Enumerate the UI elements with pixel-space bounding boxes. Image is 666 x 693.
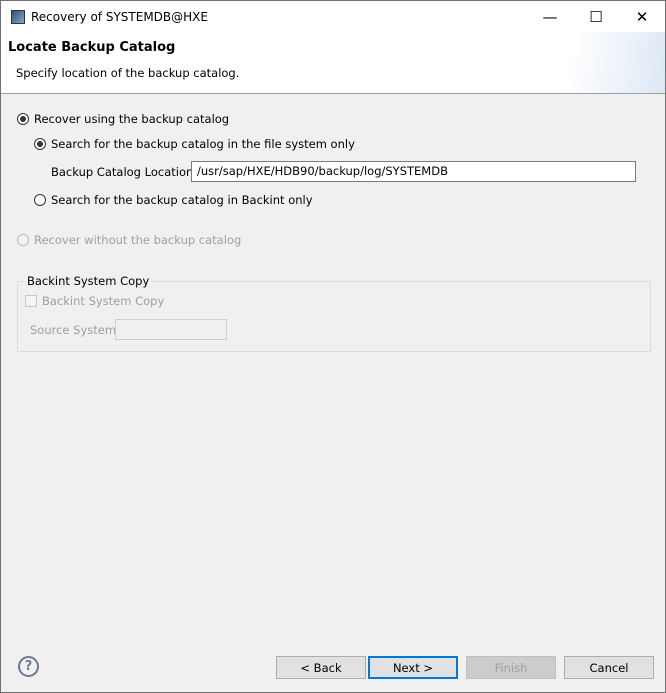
backint-group [17,281,651,352]
checkbox-icon [25,295,37,307]
radio-label: Recover without the backup catalog [34,233,242,247]
backint-system-copy-checkbox: Backint System Copy [25,294,164,308]
radio-recover-using-catalog[interactable]: Recover using the backup catalog [17,112,229,126]
radio-label: Recover using the backup catalog [34,112,230,126]
close-button[interactable]: ✕ [619,1,665,32]
cancel-button[interactable]: Cancel [564,656,654,679]
catalog-location-input[interactable]: /usr/sap/HXE/HDB90/backup/log/SYSTEMDB [191,161,636,182]
radio-disabled-icon [17,234,29,246]
maximize-button[interactable]: ☐ [573,1,619,32]
radio-label: Search for the backup catalog in Backint… [51,193,313,207]
next-button[interactable]: Next > [368,656,458,679]
window-title: Recovery of SYSTEMDB@HXE [31,9,208,24]
app-icon [11,9,25,24]
recovery-dialog: Recovery of SYSTEMDB@HXE — ☐ ✕ Locate Ba… [0,0,666,693]
radio-recover-without-catalog: Recover without the backup catalog [17,233,241,247]
help-icon[interactable]: ? [18,656,39,677]
wizard-header: Locate Backup Catalog Specify location o… [1,32,665,94]
catalog-location-label: Backup Catalog Location: [51,165,198,179]
finish-button: Finish [466,656,556,679]
checkbox-label: Backint System Copy [42,294,165,308]
minimize-button[interactable]: — [527,1,573,32]
page-description: Specify location of the backup catalog. [16,66,240,80]
title-bar: Recovery of SYSTEMDB@HXE — ☐ ✕ [1,1,665,32]
page-title: Locate Backup Catalog [8,40,176,55]
source-system-label: Source System: [30,323,120,337]
radio-unselected-icon [34,194,46,206]
back-button[interactable]: < Back [276,656,366,679]
radio-selected-icon [17,113,29,125]
radio-label: Search for the backup catalog in the fil… [51,137,355,151]
backint-group-label: Backint System Copy [25,274,152,288]
radio-search-backint[interactable]: Search for the backup catalog in Backint… [34,193,313,207]
radio-selected-icon [34,138,46,150]
source-system-input [115,319,227,340]
radio-search-file-system[interactable]: Search for the backup catalog in the fil… [34,137,355,151]
